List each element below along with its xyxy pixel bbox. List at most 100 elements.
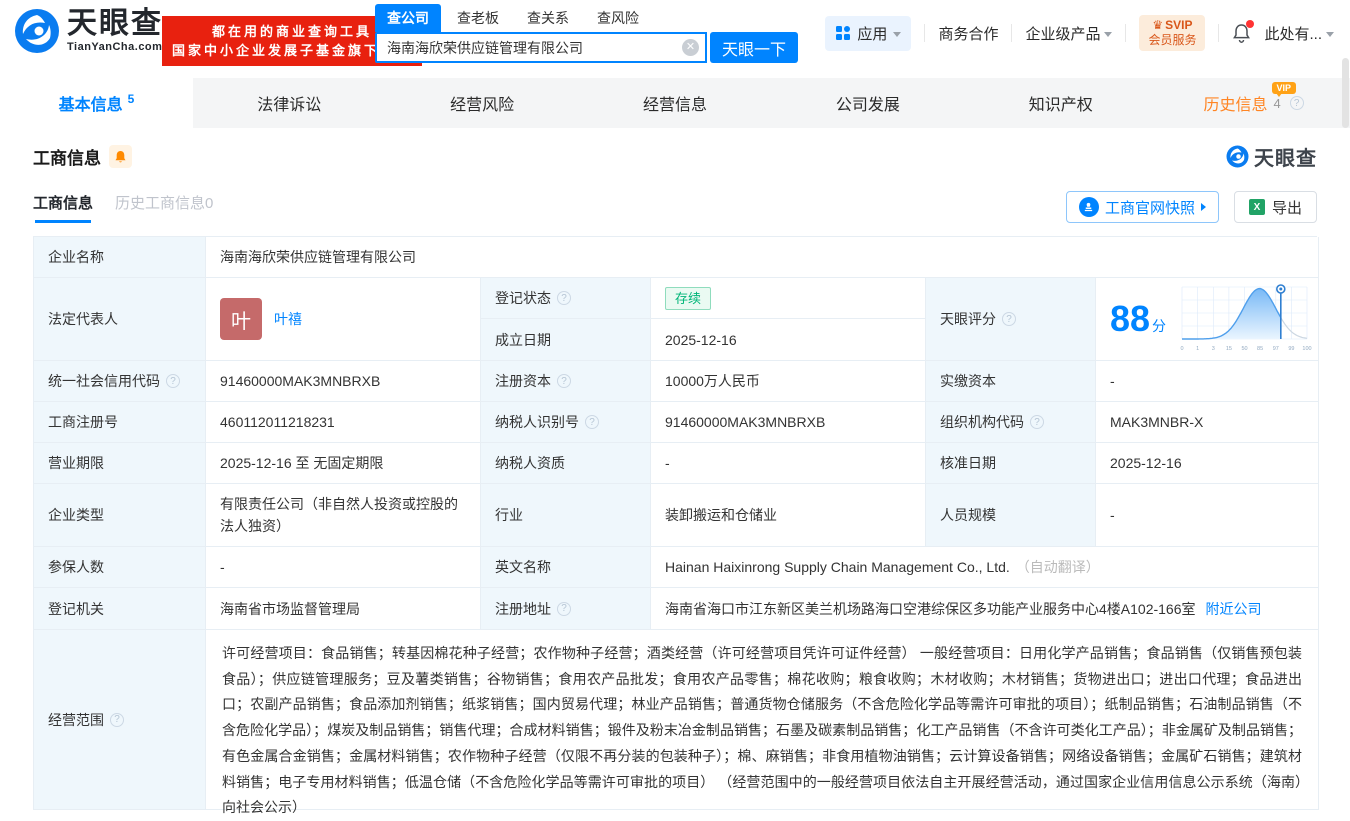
tianyancha-logo[interactable]: 天眼查 TianYanCha.com [14,8,163,54]
enterprise-label: 企业级产品 [1025,23,1100,44]
field-label-taxpayer-id: 纳税人识别号 [481,402,651,443]
field-label-reg-status: 登记状态 [481,278,651,319]
notification-dot [1246,20,1254,28]
svg-text:1: 1 [1196,346,1199,352]
official-snapshot-button[interactable]: 工商官网快照 [1066,191,1219,223]
legal-rep-link[interactable]: 叶禧 [274,309,302,329]
field-value-business-scope: 许可经营项目：食品销售；转基因棉花种子经营；农作物种子经营；酒类经营（许可经营项… [206,630,1319,810]
search-button[interactable]: 天眼一下 [710,32,798,63]
svg-text:100: 100 [1302,346,1311,352]
auto-translate-note: （自动翻译） [1016,557,1100,577]
search-tab-risk[interactable]: 查风险 [585,4,651,32]
user-menu[interactable]: 此处有... [1264,23,1334,44]
tab-label: 基本信息 [59,91,123,115]
top-nav: 应用 商务合作 企业级产品 ♛SVIP 会员服务 此处有... [825,15,1334,51]
field-value-taxpayer-id: 91460000MAK3MNBRXB [651,402,926,443]
apps-grid-icon [835,25,851,41]
field-label-org-code: 组织机构代码 [926,402,1096,443]
section-header: 工商信息 天眼查 [0,128,1350,171]
notification-bell[interactable] [1232,23,1251,43]
field-label-taxpayer-quality: 纳税人资质 [481,443,651,484]
score-unit: 分 [1152,316,1166,336]
tab-label: 经营信息 [643,91,707,115]
apps-menu[interactable]: 应用 [825,16,911,51]
svg-text:85: 85 [1257,346,1263,352]
status-badge: 存续 [665,287,711,310]
logo-subtitle: TianYanCha.com [67,42,163,53]
search-tab-boss[interactable]: 查老板 [445,4,511,32]
crown-icon: ♛ [1152,18,1163,33]
help-icon[interactable] [1002,312,1016,326]
help-icon[interactable] [557,602,571,616]
score-value: 88 [1110,301,1150,337]
svg-text:99: 99 [1288,346,1294,352]
field-value-reg-number: 460112011218231 [206,402,481,443]
tab-basic-info[interactable]: 基本信息 5 [0,78,193,128]
nav-divider [1218,24,1219,42]
field-label-business-term: 营业期限 [34,443,206,484]
help-icon[interactable] [1030,415,1044,429]
tab-operating-risk[interactable]: 经营风险 [386,78,579,128]
field-label-business-scope: 经营范围 [34,630,206,810]
tab-company-development[interactable]: 公司发展 [771,78,964,128]
search-input[interactable] [375,32,707,63]
help-icon[interactable] [557,374,571,388]
field-value-reg-authority: 海南省市场监督管理局 [206,588,481,630]
subtab-history-business-info[interactable]: 历史工商信息0 [115,192,213,223]
nav-divider [1011,24,1012,42]
help-icon[interactable] [166,374,180,388]
field-value-legal-rep: 叶 叶禧 [206,278,481,361]
field-label-reg-number: 工商注册号 [34,402,206,443]
subtab-business-info[interactable]: 工商信息 [33,192,93,223]
field-label-score: 天眼评分 [926,278,1096,361]
field-label-insured-count: 参保人数 [34,547,206,588]
subscribe-bell-button[interactable] [109,145,132,168]
clear-search-icon[interactable]: ✕ [682,39,699,56]
search-tab-relation[interactable]: 查关系 [515,4,581,32]
help-icon[interactable] [557,291,571,305]
tab-intellectual-property[interactable]: 知识产权 [964,78,1157,128]
field-value-score: 88 分 0131550859799100 [1096,278,1319,361]
svip-sublabel: 会员服务 [1148,33,1196,48]
score-chart: 0131550859799100 [1178,281,1312,357]
chevron-down-icon [1326,32,1334,37]
nav-divider [1125,24,1126,42]
export-label: 导出 [1272,197,1302,218]
field-value-paid-capital: - [1096,361,1319,402]
nav-divider [924,24,925,42]
tab-legal-proceedings[interactable]: 法律诉讼 [193,78,386,128]
vip-badge: VIP [1272,82,1297,94]
svip-member-badge[interactable]: ♛SVIP 会员服务 [1139,15,1205,51]
field-label-industry: 行业 [481,484,651,547]
field-label-reg-authority: 登记机关 [34,588,206,630]
business-info-table: 企业名称 海南海欣荣供应链管理有限公司 法定代表人 叶 叶禧 登记状态 存续 天… [33,236,1317,810]
tab-label: 公司发展 [836,91,900,115]
legal-rep-avatar[interactable]: 叶 [220,298,262,340]
stamp-icon [1079,197,1099,217]
nav-enterprise-products[interactable]: 企业级产品 [1025,23,1112,44]
scrollbar-thumb[interactable] [1342,58,1349,128]
search-tabs: 查公司 查老板 查关系 查风险 [375,6,798,32]
field-label-reg-address: 注册地址 [481,588,651,630]
field-label-staff-size: 人员规模 [926,484,1096,547]
tianyancha-logo-icon [14,8,60,54]
field-value-approval-date: 2025-12-16 [1096,443,1319,484]
field-label-paid-capital: 实缴资本 [926,361,1096,402]
excel-icon: X [1249,199,1265,215]
section-title: 工商信息 [33,144,101,169]
tianyancha-watermark-icon [1226,145,1249,168]
nearby-companies-link[interactable]: 附近公司 [1206,599,1262,619]
help-icon[interactable] [110,713,124,727]
field-label-company-type: 企业类型 [34,484,206,547]
tab-history-info[interactable]: VIP 历史信息 4 [1157,78,1350,128]
tab-operating-info[interactable]: 经营信息 [579,78,772,128]
export-button[interactable]: X 导出 [1234,191,1317,223]
field-value-reg-capital: 10000万人民币 [651,361,926,402]
svg-text:97: 97 [1273,346,1279,352]
search-tab-company[interactable]: 查公司 [375,4,441,32]
watermark-text: 天眼查 [1254,142,1317,171]
field-label-approval-date: 核准日期 [926,443,1096,484]
nav-business-coop[interactable]: 商务合作 [938,23,998,44]
help-icon[interactable] [1290,96,1304,110]
help-icon[interactable] [585,415,599,429]
